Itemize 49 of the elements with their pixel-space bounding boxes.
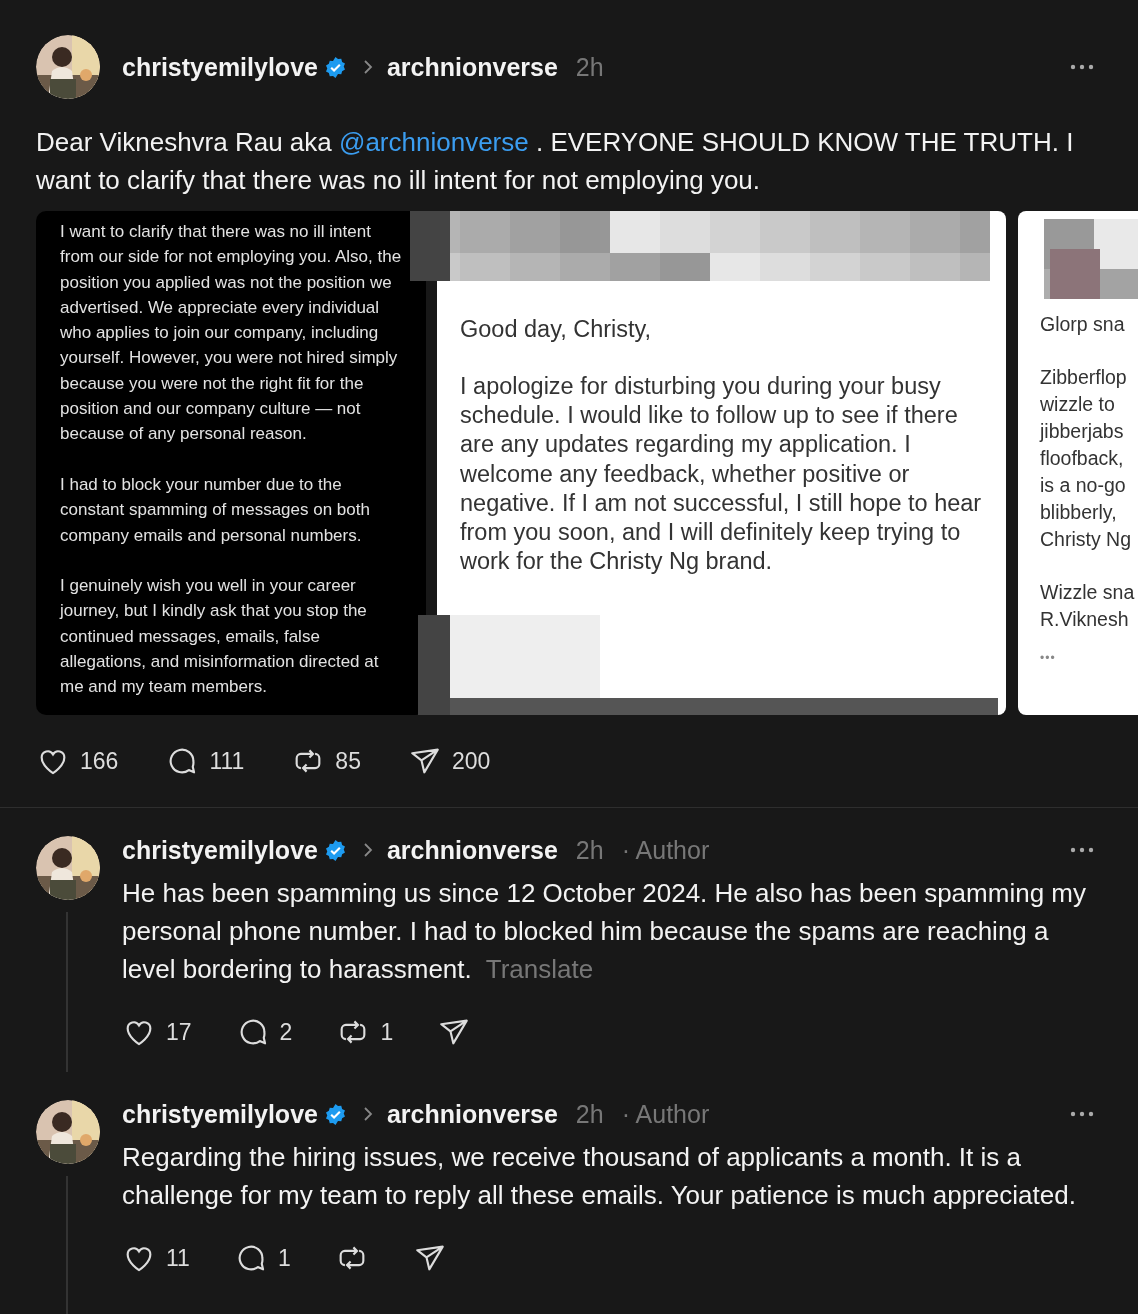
more-icon[interactable]: [1070, 847, 1094, 853]
email-body: I apologize for disturbing you during your busy schedule. I would like to follow up to see if there are any updates regarding my application. I welcome any feedback, whether positive or negative. If I am not successful, I still hope to hear from you soon, and I will definitely keep trying to work for the Christy Ng brand.: [460, 372, 983, 577]
email-line: Zibberflop: [1040, 365, 1128, 390]
chevron-right-icon: [362, 842, 373, 858]
reply-to-name[interactable]: archnionverse: [386, 1099, 558, 1129]
email-line: blibberly,: [1040, 500, 1118, 525]
author-label: · Author: [621, 1099, 710, 1129]
note-screenshot[interactable]: [36, 211, 426, 715]
author-name[interactable]: christyemilylove: [122, 835, 318, 865]
email-line: is a no-go: [1040, 473, 1127, 498]
post-time: 2h: [575, 1099, 604, 1129]
more-icon[interactable]: [1070, 64, 1094, 70]
like-button[interactable]: 11: [122, 1241, 190, 1275]
post-text: Dear Vikneshvra Rau aka @archnionverse . EVERYONE SHOULD KNOW THE TRUTH. I want to clarify that there was no ill intent for not employing you.: [36, 126, 1075, 197]
more-dots: •••: [1040, 651, 1057, 665]
reply-to-name[interactable]: archnionverse: [386, 52, 558, 82]
email-line: R.Viknesh: [1040, 607, 1130, 632]
email-line: floofback,: [1040, 446, 1125, 471]
more-icon[interactable]: [1070, 1111, 1094, 1117]
email-line: wizzle to: [1040, 392, 1116, 417]
note-paragraph: I genuinely wish you well in your career journey, but I kindly ask that you stop the continued messages, emails, false allegations, and misinformation directed at me and my team members.: [60, 575, 380, 699]
like-button[interactable]: 166: [36, 744, 119, 778]
email-greeting: Good day, Christy,: [460, 315, 653, 344]
post-time: 2h: [575, 52, 604, 82]
translate-link[interactable]: Translate: [485, 954, 594, 984]
author-name[interactable]: christyemilylove: [122, 1099, 318, 1129]
chevron-right-icon: [362, 59, 373, 75]
note-paragraph: I had to block your number due to the constant spamming of messages on both company emails and personal numbers.: [60, 473, 371, 547]
reply-text: He has been spamming us since 12 October 2024. He also has been spamming my personal phone number. I had to blocked him because the spams are reaching a level bordering to harassment. Translate: [122, 877, 1087, 986]
mention-link[interactable]: @archnionverse: [339, 127, 529, 157]
post-time: 2h: [575, 835, 604, 865]
email-screenshot[interactable]: Glorp sna Zibberflop wizzle to jibberjabs floofback, is a no-go blibberly, Christy Ng Wizzle sna R.Viknesh •••: [1018, 211, 1138, 715]
repost-button[interactable]: 1: [336, 1015, 394, 1049]
comment-button[interactable]: 1: [233, 1241, 291, 1275]
email-line: jibberjabs: [1040, 419, 1125, 444]
chevron-right-icon: [362, 1106, 373, 1122]
comment-button[interactable]: 111: [165, 744, 245, 778]
share-button[interactable]: 200: [407, 744, 491, 778]
email-line: Christy Ng: [1040, 527, 1133, 552]
reply-to-name[interactable]: archnionverse: [386, 835, 558, 865]
like-button[interactable]: 17: [122, 1015, 192, 1049]
email-line: Glorp sna: [1040, 312, 1126, 337]
author-name[interactable]: christyemilylove: [122, 52, 318, 82]
note-paragraph: I want to clarify that there was no ill intent from our side for not employing you. Also, the position you applied was not the position we advertised. We appreciate every individual who applies to join our company, including yourself. However, you were not hired simply because you were not the right fit for the position and our company culture — not because of any personal reason.: [60, 221, 403, 446]
reply-text: Regarding the hiring issues, we receive thousand of applicants a month. It is a challenge for my team to reply all these emails. Your patience is much appreciated.: [122, 1141, 1077, 1212]
comment-button[interactable]: 2: [235, 1015, 293, 1049]
email-line: Wizzle sna: [1040, 580, 1136, 605]
author-label: · Author: [621, 835, 710, 865]
repost-button[interactable]: 85: [291, 744, 361, 778]
